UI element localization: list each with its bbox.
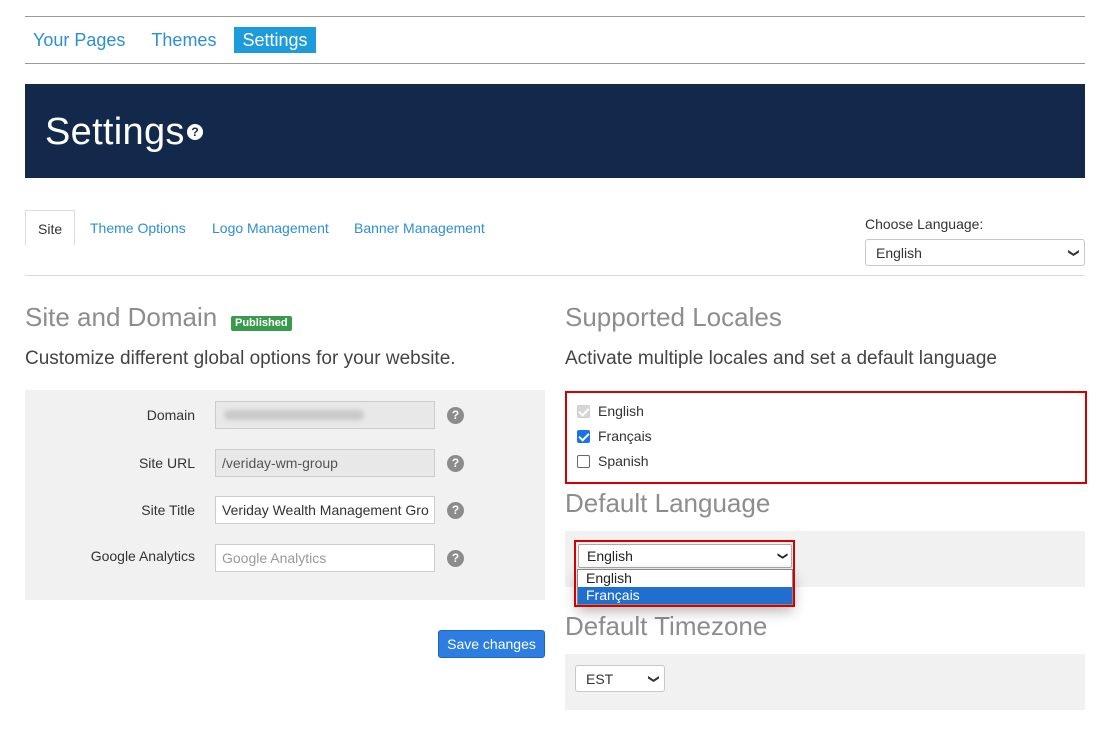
supported-locales-description: Activate multiple locales and set a defa… [565,348,997,369]
timezone-value: EST [586,671,614,687]
site-url-label: Site URL [138,455,195,471]
default-language-title: Default Language [565,488,771,518]
page-title: Settings [45,111,185,153]
form-row-google-analytics: Google Analytics Google Analytics ? [25,544,545,574]
chevron-down-icon: ❯ [1067,248,1080,258]
google-analytics-field[interactable]: Google Analytics [215,544,435,572]
default-timezone-title: Default Timezone [565,611,768,641]
form-row-site-url: Site URL /veriday-wm-group ? [25,449,545,479]
nav-divider [25,63,1085,64]
tab-site[interactable]: Site [25,210,76,246]
form-row-site-title: Site Title Veriday Wealth Management Gro… [25,496,545,526]
locale-spanish: Spanish [577,451,649,471]
status-badge: Published [231,316,292,331]
nav-settings[interactable]: Settings [234,27,316,53]
tab-theme-options[interactable]: Theme Options [90,210,186,246]
form-row-domain: Domain ? [25,401,545,431]
help-icon[interactable]: ? [447,455,464,472]
page-banner: Settings ? [25,84,1085,178]
google-analytics-label: Google Analytics [90,548,195,564]
site-domain-description: Customize different global options for y… [25,348,456,369]
chevron-down-icon: ❯ [647,674,660,684]
domain-field[interactable] [215,401,435,429]
site-form-panel: Domain ? Site URL /veriday-wm-group ? Si… [25,390,545,600]
top-divider [25,16,1085,17]
supported-locales-title: Supported Locales [565,302,782,332]
help-icon[interactable]: ? [447,407,464,424]
site-domain-title: Site and Domain [25,302,218,332]
dropdown-highlight [574,540,795,607]
locale-francais-checkbox[interactable] [577,429,590,443]
tab-logo-management[interactable]: Logo Management [212,210,329,246]
locale-english-label: English [598,403,644,419]
help-icon[interactable]: ? [447,502,464,519]
choose-language-label: Choose Language: [865,216,984,232]
top-nav: Your Pages Themes Settings [25,27,326,53]
domain-label: Domain [146,407,195,423]
locale-english: English [577,401,644,421]
nav-themes[interactable]: Themes [143,27,224,53]
redacted-domain-value [224,410,364,420]
tabs-divider [25,275,1085,276]
choose-language-value: English [876,245,922,261]
locale-francais: Français [577,426,652,446]
help-icon[interactable]: ? [447,550,464,567]
choose-language-select[interactable]: English ❯ [865,239,1085,266]
save-changes-button[interactable]: Save changes [438,630,545,658]
site-title-field[interactable]: Veriday Wealth Management Gro [215,496,435,524]
locale-spanish-checkbox[interactable] [577,454,590,468]
nav-your-pages[interactable]: Your Pages [25,27,133,53]
locale-english-checkbox [577,404,590,418]
site-url-field[interactable]: /veriday-wm-group [215,449,435,477]
locale-francais-label[interactable]: Français [598,428,652,444]
question-circle-icon[interactable]: ? [187,124,203,140]
locale-spanish-label[interactable]: Spanish [598,453,649,469]
tab-banner-management[interactable]: Banner Management [354,210,485,246]
timezone-select[interactable]: EST ❯ [575,665,665,692]
site-title-label: Site Title [141,502,195,518]
locales-highlight: English Français Spanish [565,391,1087,484]
